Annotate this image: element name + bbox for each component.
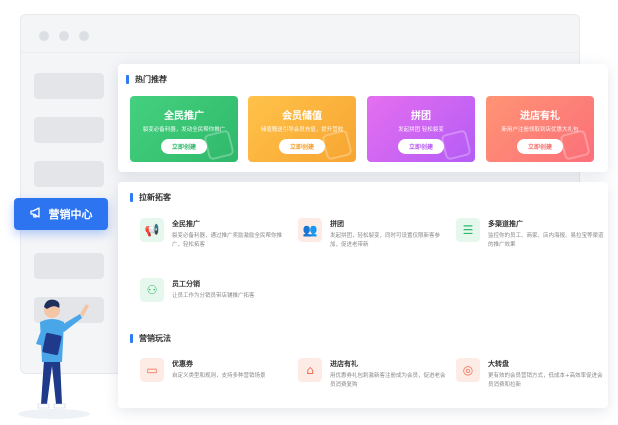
feature-item[interactable]: ◎ 大转盘更有效的会员营销方式，低成本+高效率促进会员消费和拉新 [456, 358, 606, 390]
window-dot-icon [79, 31, 89, 41]
feature-panel: 拉新拓客 📢 全民推广裂变必备利器，通过推广奖励激励全民帮你推广，轻松拓客 👥 拼团发… [118, 182, 608, 408]
promo-desc: 发起拼团 轻松裂变 [398, 127, 444, 133]
window-dot-icon [59, 31, 69, 41]
create-now-button[interactable]: 立即创建 [160, 139, 207, 154]
feature-item[interactable]: 👥 拼团发起拼团，轻松裂变，同时可设置仅限新客参加，促进老带新 [298, 218, 448, 250]
person-illustration [14, 292, 114, 425]
feature-desc: 发起拼团，轻松裂变，同时可设置仅限新客参加，促进老带新 [330, 233, 441, 248]
promo-title: 拼团 [411, 111, 431, 122]
title-bar-icon [126, 75, 129, 84]
feature-item[interactable]: ▭ 优惠券自定义类型和规则，支持多种营销场景 [140, 358, 290, 382]
promo-desc: 储值赠送引导会员充值，提升营收 [260, 127, 344, 133]
feature-desc: 自定义类型和规则，支持多种营销场景 [172, 373, 266, 379]
feature-name: 员工分销 [172, 280, 200, 288]
promo-card[interactable]: 全民推广裂变必备利器，发动全民帮你推广立即创建 [130, 96, 238, 162]
store-gift-icon: ⌂ [298, 358, 322, 382]
section-title-text: 拉新拓客 [139, 193, 171, 202]
marketing-center-button[interactable]: 营销中心 [14, 198, 108, 230]
promo-card[interactable]: 进店有礼新用户注册领取到店优惠大礼包立即创建 [486, 96, 594, 162]
feature-desc: 裂变必备利器，通过推广奖励激励全民帮你推广，轻松拓客 [172, 233, 283, 248]
feature-name: 进店有礼 [330, 360, 358, 368]
wheel-icon: ◎ [456, 358, 480, 382]
section-title-play: 营销玩法 [130, 333, 171, 344]
stage: 热门推荐 全民推广 裂变必备利器，发动全民帮你推广 立即创建 会员储值 储值赠送引导会员… [0, 0, 618, 425]
distribution-icon: ⚇ [140, 278, 164, 302]
create-now-button[interactable]: 立即创建 [397, 139, 444, 154]
feature-desc: 监控你的员工、商家、店内海报、易拉宝等渠道的推广效果 [488, 233, 604, 248]
group-icon: 👥 [298, 218, 322, 242]
browser-title-bar [21, 15, 579, 53]
promo-desc: 裂变必备利器，发动全民帮你推广 [142, 127, 226, 133]
megaphone-icon: 📢 [140, 218, 164, 242]
create-now-button[interactable]: 立即创建 [278, 139, 325, 154]
marketing-center-label: 营销中心 [48, 208, 93, 221]
window-dot-icon [39, 31, 49, 41]
megaphone-icon [29, 207, 43, 221]
decoration-icon [440, 129, 472, 161]
title-bar-icon [130, 334, 133, 343]
create-now-button[interactable]: 立即创建 [516, 139, 563, 154]
promo-desc: 新用户注册领取到店优惠大礼包 [501, 127, 579, 133]
feature-name: 全民推广 [172, 220, 200, 228]
sidebar-placeholder [34, 117, 104, 143]
promo-title: 全民推广 [164, 111, 204, 122]
feature-desc: 用优惠券礼包刺激新客注册成为会员，促进老会员消费复购 [330, 373, 446, 388]
sidebar-placeholder [34, 73, 104, 99]
section-title-text: 营销玩法 [139, 334, 171, 343]
hot-recommend-panel: 热门推荐 全民推广 裂变必备利器，发动全民帮你推广 立即创建 会员储值 储值赠送引导会员… [118, 64, 608, 172]
feature-item[interactable]: ⌂ 进店有礼用优惠券礼包刺激新客注册成为会员，促进老会员消费复购 [298, 358, 448, 390]
feature-name: 优惠券 [172, 360, 193, 368]
sidebar-placeholder [34, 253, 104, 279]
feature-desc: 让员工作为分销员带店铺推广拓客 [172, 293, 255, 299]
coupon-icon: ▭ [140, 358, 164, 382]
title-bar-icon [130, 193, 133, 202]
decoration-icon [203, 129, 235, 161]
feature-item[interactable]: ⚇ 员工分销让员工作为分销员带店铺推广拓客 [140, 278, 290, 302]
channel-icon: ☰ [456, 218, 480, 242]
feature-name: 大转盘 [488, 360, 509, 368]
feature-desc: 更有效的会员营销方式，低成本+高效率促进会员消费和拉新 [488, 373, 603, 388]
feature-name: 多渠道推广 [488, 220, 523, 228]
promo-title: 会员储值 [282, 111, 322, 122]
decoration-icon [321, 129, 353, 161]
feature-name: 拼团 [330, 220, 344, 228]
section-title-acquire: 拉新拓客 [130, 192, 171, 203]
promo-card[interactable]: 会员储值储值赠送引导会员充值，提升营收立即创建 [248, 96, 356, 162]
section-title-hot: 热门推荐 [126, 74, 167, 85]
promo-title: 进店有礼 [520, 111, 560, 122]
decoration-icon [559, 129, 591, 161]
section-title-text: 热门推荐 [135, 75, 167, 84]
feature-item[interactable]: ☰ 多渠道推广监控你的员工、商家、店内海报、易拉宝等渠道的推广效果 [456, 218, 606, 250]
promo-card[interactable]: 拼团发起拼团 轻松裂变立即创建 [367, 96, 475, 162]
feature-item[interactable]: 📢 全民推广裂变必备利器，通过推广奖励激励全民帮你推广，轻松拓客 [140, 218, 290, 250]
sidebar-placeholder [34, 161, 104, 187]
